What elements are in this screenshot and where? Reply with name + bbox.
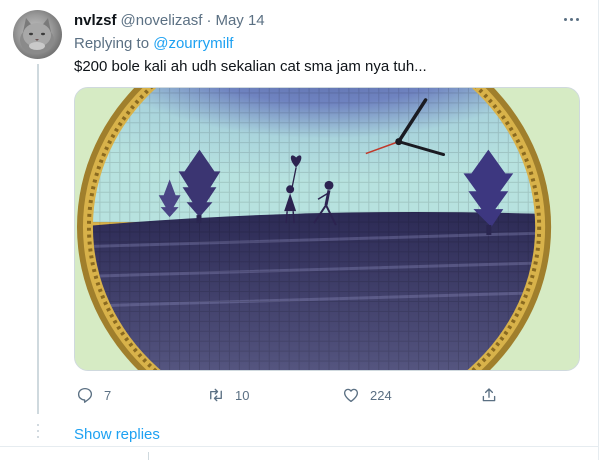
share-button[interactable]	[480, 384, 498, 406]
like-count: 224	[370, 387, 392, 403]
tweet-header: nvlzsf @novelizasf · May 14	[74, 10, 265, 30]
share-icon	[482, 388, 496, 402]
retweet-button[interactable]: 10	[207, 384, 249, 406]
thread-line	[37, 64, 39, 414]
next-thread-line	[148, 452, 149, 460]
more-icon	[563, 17, 567, 21]
tweet-text: $200 bole kali ah udh sekalian cat sma j…	[74, 58, 427, 75]
avatar[interactable]	[13, 10, 62, 59]
avatar-cat-icon	[20, 18, 54, 54]
painted-clock-image	[75, 88, 579, 370]
tweet-divider	[0, 446, 599, 447]
heart-icon	[343, 388, 359, 403]
display-name[interactable]: nvlzsf	[74, 12, 117, 29]
tweet-media-image[interactable]	[74, 87, 580, 371]
user-handle[interactable]: @novelizasf	[121, 12, 203, 29]
reply-count: 7	[104, 387, 112, 403]
thread-dots	[34, 424, 42, 446]
replying-to-link[interactable]: @zourrymilf	[153, 35, 233, 52]
replying-to: Replying to @zourrymilf	[74, 35, 233, 52]
like-button[interactable]: 224	[342, 384, 392, 406]
action-bar: 7 10 224	[74, 384, 514, 406]
retweet-icon	[210, 388, 222, 402]
replying-prefix: Replying to	[74, 35, 150, 52]
more-options-button[interactable]	[560, 8, 582, 30]
separator-dot: ·	[206, 11, 212, 29]
show-replies-link[interactable]: Show replies	[74, 426, 160, 443]
reply-button[interactable]: 7	[76, 384, 111, 406]
tweet-date[interactable]: May 14	[215, 12, 264, 29]
reply-icon	[77, 387, 93, 403]
tweet[interactable]: nvlzsf @novelizasf · May 14 Replying to …	[0, 0, 599, 460]
retweet-count: 10	[235, 387, 250, 403]
